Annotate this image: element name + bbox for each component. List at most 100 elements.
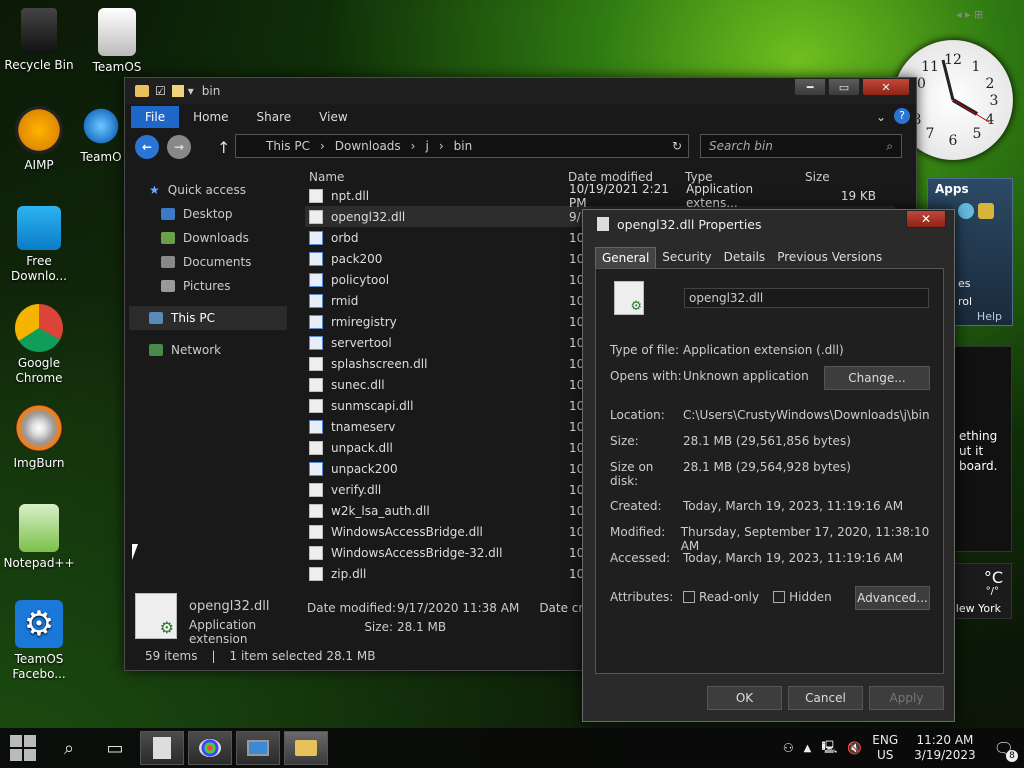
nav-downloads[interactable]: Downloads xyxy=(129,226,287,250)
taskbar-app-paint[interactable] xyxy=(188,731,232,765)
people-icon[interactable]: ⚇ xyxy=(783,741,794,755)
breadcrumb-bin[interactable]: bin xyxy=(454,139,473,153)
exe-file-icon xyxy=(309,251,323,266)
help-icon[interactable]: ? xyxy=(894,108,910,124)
selection-summary: 1 item selected 28.1 MB xyxy=(229,649,376,663)
address-bar[interactable]: This PC › Downloads › j › bin ↻ xyxy=(235,134,689,158)
checkmark-icon[interactable]: ☑ xyxy=(155,84,166,98)
chevron-up-icon[interactable]: ▲ xyxy=(804,743,812,754)
search-input[interactable]: Search bin ⌕ xyxy=(700,134,902,158)
hidden-checkbox[interactable]: Hidden xyxy=(773,590,832,604)
location-value: C:\Users\CrustyWindows\Downloads\j\bin xyxy=(683,408,930,422)
system-tray: ⚇ ▲ 🖳 🔇 ENG US 11:20 AM 3/19/2023 🗨 8 xyxy=(783,728,1024,768)
readonly-checkbox[interactable]: Read-only xyxy=(683,590,759,604)
notification-count: 8 xyxy=(1006,749,1018,762)
desktop-icon-recycle-bin[interactable]: Recycle Bin xyxy=(0,8,78,73)
desktop-icon-teamos-2[interactable]: TeamO xyxy=(78,106,124,165)
taskbar-app-explorer[interactable] xyxy=(284,731,328,765)
clock[interactable]: 11:20 AM 3/19/2023 xyxy=(914,733,976,763)
svg-text:3: 3 xyxy=(990,93,999,109)
volume-muted-icon[interactable]: 🔇 xyxy=(847,741,862,755)
tab-details[interactable]: Details xyxy=(718,247,772,268)
properties-dialog[interactable]: opengl32.dll Properties ✕ General Securi… xyxy=(582,209,955,722)
general-panel: ⚙ opengl32.dll Type of file: Application … xyxy=(595,268,944,674)
breadcrumb-this-pc[interactable]: This PC xyxy=(266,139,310,153)
language-indicator[interactable]: ENG US xyxy=(872,733,898,763)
nav-network[interactable]: Network xyxy=(129,338,287,362)
tab-general[interactable]: General xyxy=(595,247,657,268)
apps-gadget-text: es xyxy=(958,277,971,290)
trophy-icon[interactable] xyxy=(978,203,994,219)
app-shortcut-icon[interactable] xyxy=(958,203,974,219)
refresh-icon[interactable]: ↻ xyxy=(672,139,682,153)
weather-temperature: °C xyxy=(983,568,1003,587)
maximize-button[interactable]: ▭ xyxy=(828,78,860,96)
nav-pictures[interactable]: Pictures xyxy=(129,274,287,298)
up-button[interactable]: ↑ xyxy=(217,138,230,157)
exe-file-icon xyxy=(309,272,323,287)
chevron-down-icon[interactable]: ⌄ xyxy=(876,110,886,124)
nav-this-pc[interactable]: This PC xyxy=(129,306,287,330)
detail-size: 28.1 MB xyxy=(397,620,447,634)
tab-view[interactable]: View xyxy=(305,106,361,128)
dropdown-icon[interactable]: ▾ xyxy=(188,84,194,98)
back-button[interactable]: ← xyxy=(135,135,159,159)
gadget-controls[interactable]: ◂ ▸ ⊞ xyxy=(956,8,983,21)
dll-file-icon xyxy=(309,377,323,392)
minimize-button[interactable]: ━ xyxy=(794,78,826,96)
desktop-icon-teamos[interactable]: TeamOS xyxy=(78,8,156,75)
desktop-icon-notepadpp[interactable]: Notepad++ xyxy=(0,504,78,571)
nav-documents[interactable]: Documents xyxy=(129,250,287,274)
tab-file[interactable]: File xyxy=(131,106,180,128)
filename-field[interactable]: opengl32.dll xyxy=(684,288,929,308)
cancel-button[interactable]: Cancel xyxy=(788,686,863,710)
tab-security[interactable]: Security xyxy=(656,247,717,268)
breadcrumb-j[interactable]: j xyxy=(425,139,428,153)
desktop-icon-free-download[interactable]: Free Downlo... xyxy=(0,206,78,284)
desktop-icon-chrome[interactable]: Google Chrome xyxy=(0,304,78,386)
change-button[interactable]: Change... xyxy=(824,366,930,390)
taskbar: ⌕ ▭ ⚇ ▲ 🖳 🔇 ENG US 11:20 AM 3/19/2023 🗨 … xyxy=(0,728,1024,768)
nav-quick-access[interactable]: ★ Quick access xyxy=(129,178,287,202)
desktop-icon-aimp[interactable]: AIMP xyxy=(0,106,78,173)
advanced-button[interactable]: Advanced... xyxy=(855,586,930,610)
notification-button[interactable]: 🗨 8 xyxy=(994,739,1018,762)
quick-folder-icon[interactable] xyxy=(171,85,184,97)
tab-home[interactable]: Home xyxy=(179,106,242,128)
created-value: Today, March 19, 2023, 11:19:16 AM xyxy=(683,499,904,513)
start-button[interactable] xyxy=(0,728,46,768)
svg-text:1: 1 xyxy=(972,59,981,75)
taskbar-app-computer[interactable] xyxy=(236,731,280,765)
table-row[interactable]: npt.dll 10/19/2021 2:21 PM Application e… xyxy=(305,182,895,210)
task-view-button[interactable]: ▭ xyxy=(92,728,138,768)
dll-file-icon xyxy=(309,209,323,224)
size-on-disk-value: 28.1 MB (29,564,928 bytes) xyxy=(683,460,851,474)
weather-gadget[interactable]: °C °/° lew York xyxy=(950,563,1012,619)
apps-help-link[interactable]: Help xyxy=(977,310,1002,323)
apps-gadget-text: rol xyxy=(958,295,973,308)
tab-previous-versions[interactable]: Previous Versions xyxy=(771,247,888,268)
properties-close-button[interactable]: ✕ xyxy=(906,210,946,228)
apply-button[interactable]: Apply xyxy=(869,686,944,710)
desktop-icon-imgburn[interactable]: ImgBurn xyxy=(0,404,78,471)
properties-tabs: General Security Details Previous Versio… xyxy=(595,247,888,268)
tab-share[interactable]: Share xyxy=(243,106,306,128)
search-button[interactable]: ⌕ xyxy=(46,728,92,768)
paint-palette-icon xyxy=(199,739,221,757)
close-button[interactable]: ✕ xyxy=(862,78,910,96)
internet-explorer-icon xyxy=(81,106,121,146)
nav-desktop[interactable]: Desktop xyxy=(129,202,287,226)
forward-button[interactable]: → xyxy=(167,135,191,159)
network-icon[interactable]: 🖳 xyxy=(821,738,837,759)
ok-button[interactable]: OK xyxy=(707,686,782,710)
detail-date: 9/17/2020 11:38 AM xyxy=(397,601,520,615)
breadcrumb-downloads[interactable]: Downloads xyxy=(335,139,401,153)
desktop-icon-teamos-facebook[interactable]: ⚙ TeamOS Facebo... xyxy=(0,600,78,682)
monitor-icon xyxy=(247,740,269,756)
notes-gadget[interactable]: ething ut it board. xyxy=(950,346,1012,552)
notepadpp-icon xyxy=(19,504,59,552)
exe-file-icon xyxy=(309,314,323,329)
properties-titlebar[interactable]: opengl32.dll Properties xyxy=(583,210,954,238)
dll-file-icon xyxy=(309,356,323,371)
taskbar-app-file[interactable] xyxy=(140,731,184,765)
